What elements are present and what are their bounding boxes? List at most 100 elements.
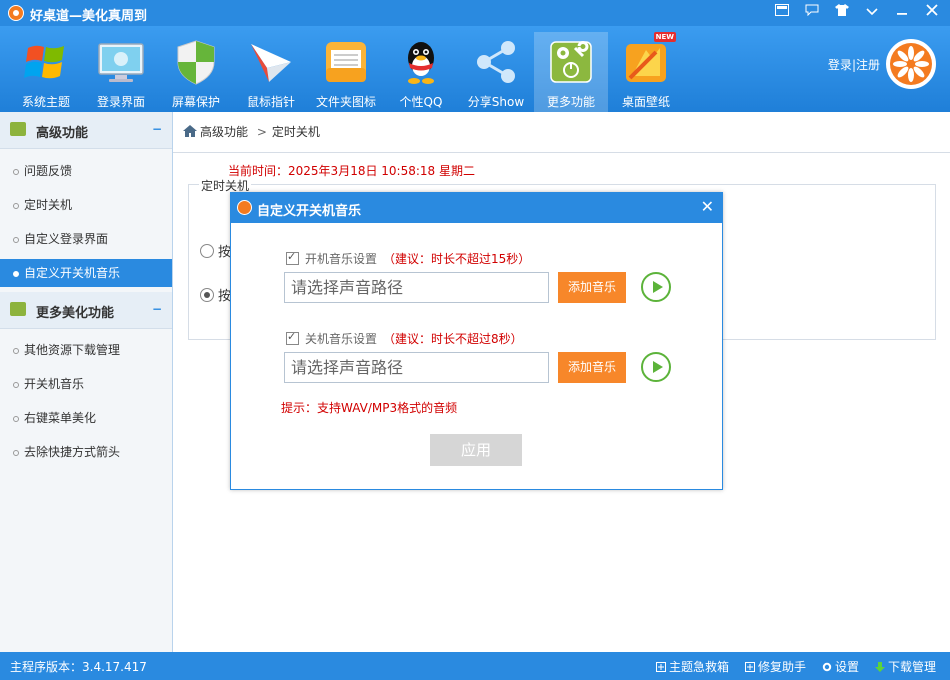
app-logo-icon [8, 5, 24, 21]
paper-plane-icon [247, 38, 295, 86]
avatar[interactable] [886, 39, 936, 89]
shutdown-add-music-button[interactable]: 添加音乐 [558, 352, 626, 383]
repair-helper-label: 修复助手 [757, 660, 806, 674]
new-badge: NEW [653, 32, 676, 42]
settings-label: 设置 [834, 660, 859, 674]
toolbar-item-more-features[interactable]: 更多功能 [534, 32, 608, 112]
qq-penguin-icon [397, 38, 445, 86]
shutdown-music-checkbox[interactable] [286, 330, 299, 345]
sidebar-group-title: 高级功能 [36, 126, 89, 141]
toolbar-item-label: 登录界面 [96, 95, 145, 109]
home-icon[interactable] [183, 125, 197, 137]
sidebar-item-resource-download[interactable]: 其他资源下载管理 [0, 336, 172, 364]
window-controls [772, 3, 942, 23]
startup-music-checkbox[interactable] [286, 250, 299, 265]
status-links: 主题急救箱 修复助手 设置 下载管理 [655, 658, 936, 675]
main-toolbar: 系统主题 登录界面 屏幕保护 鼠标指针 文件夹图标 个性QQ 分享Show 更多… [0, 26, 950, 112]
custom-boot-music-dialog: 自定义开关机音乐 ✕ 开机音乐设置 （建议：时长不超过15秒） 添加音乐 关机音… [230, 192, 723, 490]
apply-button[interactable]: 应用 [430, 434, 522, 466]
title-bar: 好桌道—美化真周到 [0, 0, 950, 26]
wallpaper-icon: NEW [622, 32, 676, 86]
download-manager-link[interactable]: 下载管理 [874, 658, 936, 675]
shirt-icon[interactable] [832, 3, 852, 23]
toolbar-item-label: 更多功能 [546, 95, 595, 109]
toolbar-item-share-show[interactable]: 分享Show [459, 32, 533, 112]
header-divider [173, 152, 950, 153]
skin-icon[interactable] [772, 3, 792, 23]
repair-helper-link[interactable]: 修复助手 [744, 658, 806, 675]
sidebar: 高级功能 − 问题反馈 定时关机 自定义登录界面 自定义开关机音乐 更多美化功能… [0, 112, 173, 652]
register-link[interactable]: 注册 [856, 58, 880, 72]
breadcrumb-root[interactable]: 高级功能 [200, 125, 248, 139]
windows-logo-icon [22, 38, 70, 86]
sidebar-group-more-beautify[interactable]: 更多美化功能 − [0, 292, 172, 329]
app-window: 好桌道—美化真周到 系统主题 登录界面 屏幕保护 鼠标指针 文件夹图标 个性QQ… [0, 0, 950, 680]
toolbar-item-label: 桌面壁纸 [621, 95, 670, 109]
advanced-group-icon [10, 122, 26, 136]
sidebar-group-title: 更多美化功能 [36, 306, 115, 321]
sidebar-item-remove-shortcut-arrow[interactable]: 去除快捷方式箭头 [0, 438, 172, 466]
theme-rescue-link[interactable]: 主题急救箱 [655, 658, 729, 675]
version-number: 3.4.17.417 [82, 660, 147, 674]
tools-icon [547, 38, 595, 86]
format-tip: 提示：支持WAV/MP3格式的音频 [281, 401, 458, 415]
toolbar-item-wallpaper[interactable]: NEW 桌面壁纸 [609, 32, 683, 112]
sidebar-group-advanced[interactable]: 高级功能 − [0, 112, 172, 149]
startup-play-icon[interactable] [641, 272, 671, 302]
current-time-label: 当前时间： [228, 164, 289, 178]
toolbar-item-login-screen[interactable]: 登录界面 [84, 32, 158, 112]
shutdown-music-path-input[interactable] [284, 352, 549, 383]
startup-music-label: 开机音乐设置 [305, 252, 378, 266]
toolbar-item-label: 个性QQ [399, 95, 443, 109]
shield-icon [172, 38, 220, 86]
dialog-logo-icon [237, 200, 252, 215]
theme-rescue-label: 主题急救箱 [668, 660, 729, 674]
sidebar-item-context-menu[interactable]: 右键菜单美化 [0, 404, 172, 432]
orange-logo-icon [890, 43, 932, 85]
sidebar-item-scheduled-shutdown[interactable]: 定时关机 [0, 191, 172, 219]
current-time-value: 2025年3月18日 10:58:18 星期二 [288, 164, 475, 178]
share-icon [472, 38, 520, 86]
sidebar-item-feedback[interactable]: 问题反馈 [0, 157, 172, 185]
shutdown-play-icon[interactable] [641, 352, 671, 382]
toolbar-item-label: 文件夹图标 [315, 95, 376, 109]
first-aid-icon [655, 661, 666, 672]
download-manager-label: 下载管理 [887, 660, 936, 674]
sidebar-item-custom-login[interactable]: 自定义登录界面 [0, 225, 172, 253]
radio-option-1[interactable] [200, 244, 214, 258]
sidebar-item-custom-boot-music[interactable]: 自定义开关机音乐 [0, 259, 172, 287]
toolbar-item-label: 屏幕保护 [171, 95, 220, 109]
menu-icon[interactable] [862, 3, 882, 23]
app-title: 好桌道—美化真周到 [30, 9, 148, 24]
dialog-title-bar: 自定义开关机音乐 ✕ [231, 193, 722, 223]
sidebar-item-boot-music[interactable]: 开关机音乐 [0, 370, 172, 398]
login-link[interactable]: 登录 [828, 58, 852, 72]
folder-icon [322, 38, 370, 86]
collapse-icon[interactable]: − [152, 302, 162, 316]
status-bar: 主程序版本：3.4.17.417 主题急救箱 修复助手 设置 下载管理 [0, 652, 950, 680]
minimize-icon[interactable] [892, 3, 912, 23]
repair-icon [744, 661, 755, 672]
breadcrumb-separator: > [256, 125, 267, 139]
toolbar-item-mouse-pointer[interactable]: 鼠标指针 [234, 32, 308, 112]
toolbar-item-system-theme[interactable]: 系统主题 [9, 32, 83, 112]
toolbar-item-qq[interactable]: 个性QQ [384, 32, 458, 112]
startup-music-path-input[interactable] [284, 272, 549, 303]
version-label: 主程序版本： [10, 660, 83, 674]
toolbar-item-screensaver[interactable]: 屏幕保护 [159, 32, 233, 112]
dialog-close-icon[interactable]: ✕ [701, 197, 714, 216]
startup-add-music-button[interactable]: 添加音乐 [558, 272, 626, 303]
collapse-icon[interactable]: − [152, 122, 162, 136]
toolbar-item-label: 分享Show [467, 95, 525, 109]
shutdown-music-label: 关机音乐设置 [305, 332, 378, 346]
radio-option-2[interactable] [200, 288, 214, 302]
dialog-title: 自定义开关机音乐 [257, 204, 362, 219]
shutdown-music-hint: （建议：时长不超过8秒） [383, 332, 523, 346]
close-icon[interactable] [922, 3, 942, 23]
message-icon[interactable] [802, 3, 822, 23]
toolbar-item-folder-icon[interactable]: 文件夹图标 [309, 32, 383, 112]
settings-link[interactable]: 设置 [822, 658, 859, 675]
version-info: 主程序版本：3.4.17.417 [10, 658, 147, 675]
startup-music-hint: （建议：时长不超过15秒） [383, 252, 531, 266]
monitor-icon [97, 38, 145, 86]
